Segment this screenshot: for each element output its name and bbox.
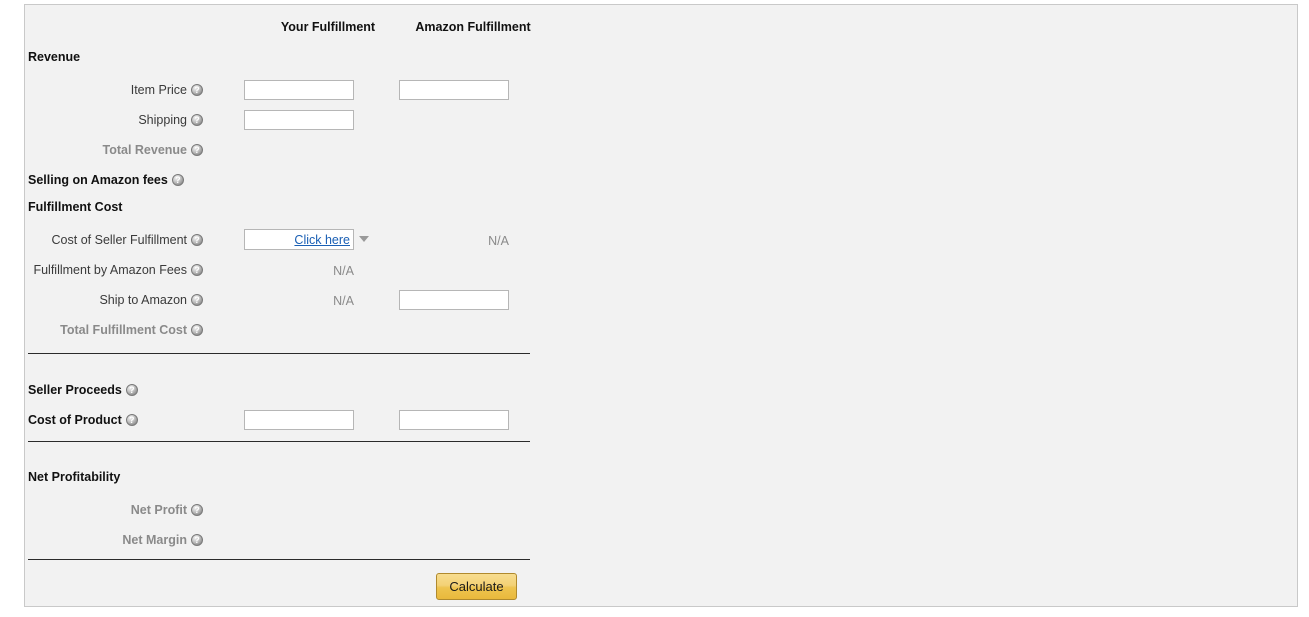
divider-above-seller-proceeds [28, 353, 530, 354]
help-icon-shipping[interactable] [191, 114, 203, 126]
input-ship-to-amazon-amazon-fulfillment[interactable] [399, 290, 509, 310]
help-icon-total-fulfillment-cost[interactable] [191, 324, 203, 336]
help-icon-seller-proceeds[interactable] [125, 384, 138, 396]
row-label-cost-of-seller-fulfillment-text: Cost of Seller Fulfillment [51, 233, 187, 247]
section-header-selling-fees-text: Selling on Amazon fees [28, 173, 168, 187]
input-cost-of-product-amazon-fulfillment[interactable] [399, 410, 509, 430]
help-icon-cost-of-product[interactable] [125, 414, 138, 426]
value-ship-to-amazon-your-fulfillment: N/A [333, 294, 354, 308]
input-cost-of-product-your-fulfillment[interactable] [244, 410, 354, 430]
row-label-cost-of-product-text: Cost of Product [28, 413, 122, 427]
help-icon-ship-to-amazon[interactable] [191, 294, 203, 306]
help-icon-fba-fees[interactable] [191, 264, 203, 276]
divider-above-calculate [28, 559, 530, 560]
help-icon-selling-fees[interactable] [171, 174, 184, 186]
row-label-net-margin: Net Margin [25, 533, 203, 547]
input-shipping-your-fulfillment[interactable] [244, 110, 354, 130]
row-label-net-profit-text: Net Profit [130, 503, 187, 517]
row-label-fba-fees: Fulfillment by Amazon Fees [25, 263, 203, 277]
row-label-item-price: Item Price [25, 83, 203, 97]
help-icon-net-profit[interactable] [191, 504, 203, 516]
divider-above-net-profitability [28, 441, 530, 442]
dropdown-cost-of-seller-fulfillment[interactable]: Click here [244, 229, 354, 250]
help-icon-total-revenue[interactable] [191, 144, 203, 156]
chevron-down-icon[interactable] [359, 236, 369, 242]
calculate-button[interactable]: Calculate [436, 573, 517, 600]
section-header-fulfillment-cost: Fulfillment Cost [28, 200, 123, 214]
fba-calculator-panel: Your Fulfillment Amazon Fulfillment Reve… [24, 4, 1298, 607]
input-item-price-your-fulfillment[interactable] [244, 80, 354, 100]
input-item-price-amazon-fulfillment[interactable] [399, 80, 509, 100]
calculator-form: Your Fulfillment Amazon Fulfillment Reve… [25, 5, 555, 608]
row-label-cost-of-seller-fulfillment: Cost of Seller Fulfillment [25, 233, 203, 247]
row-label-item-price-text: Item Price [130, 83, 187, 97]
section-header-revenue: Revenue [28, 50, 81, 64]
row-label-ship-to-amazon-text: Ship to Amazon [99, 293, 187, 307]
section-header-seller-proceeds-text: Seller Proceeds [28, 383, 122, 397]
row-label-total-fulfillment-cost-text: Total Fulfillment Cost [60, 323, 187, 337]
column-header-your-fulfillment: Your Fulfillment [280, 20, 376, 34]
value-cost-of-seller-fulfillment-amazon: N/A [488, 234, 509, 248]
row-label-shipping-text: Shipping [138, 113, 187, 127]
value-fba-fees-your-fulfillment: N/A [333, 264, 354, 278]
column-header-amazon-fulfillment: Amazon Fulfillment [415, 20, 531, 34]
link-click-here[interactable]: Click here [294, 233, 350, 247]
row-label-shipping: Shipping [25, 113, 203, 127]
row-label-fba-fees-text: Fulfillment by Amazon Fees [33, 263, 187, 277]
row-label-ship-to-amazon: Ship to Amazon [25, 293, 203, 307]
row-label-net-profit: Net Profit [25, 503, 203, 517]
row-label-total-revenue-text: Total Revenue [102, 143, 187, 157]
row-label-total-fulfillment-cost: Total Fulfillment Cost [25, 323, 203, 337]
help-icon-net-margin[interactable] [191, 534, 203, 546]
help-icon-cost-of-seller-fulfillment[interactable] [191, 234, 203, 246]
help-icon-item-price[interactable] [191, 84, 203, 96]
section-header-seller-proceeds: Seller Proceeds [28, 383, 328, 397]
row-label-net-margin-text: Net Margin [122, 533, 187, 547]
section-header-net-profitability: Net Profitability [28, 470, 121, 484]
section-header-selling-fees: Selling on Amazon fees [28, 173, 328, 187]
row-label-total-revenue: Total Revenue [25, 143, 203, 157]
